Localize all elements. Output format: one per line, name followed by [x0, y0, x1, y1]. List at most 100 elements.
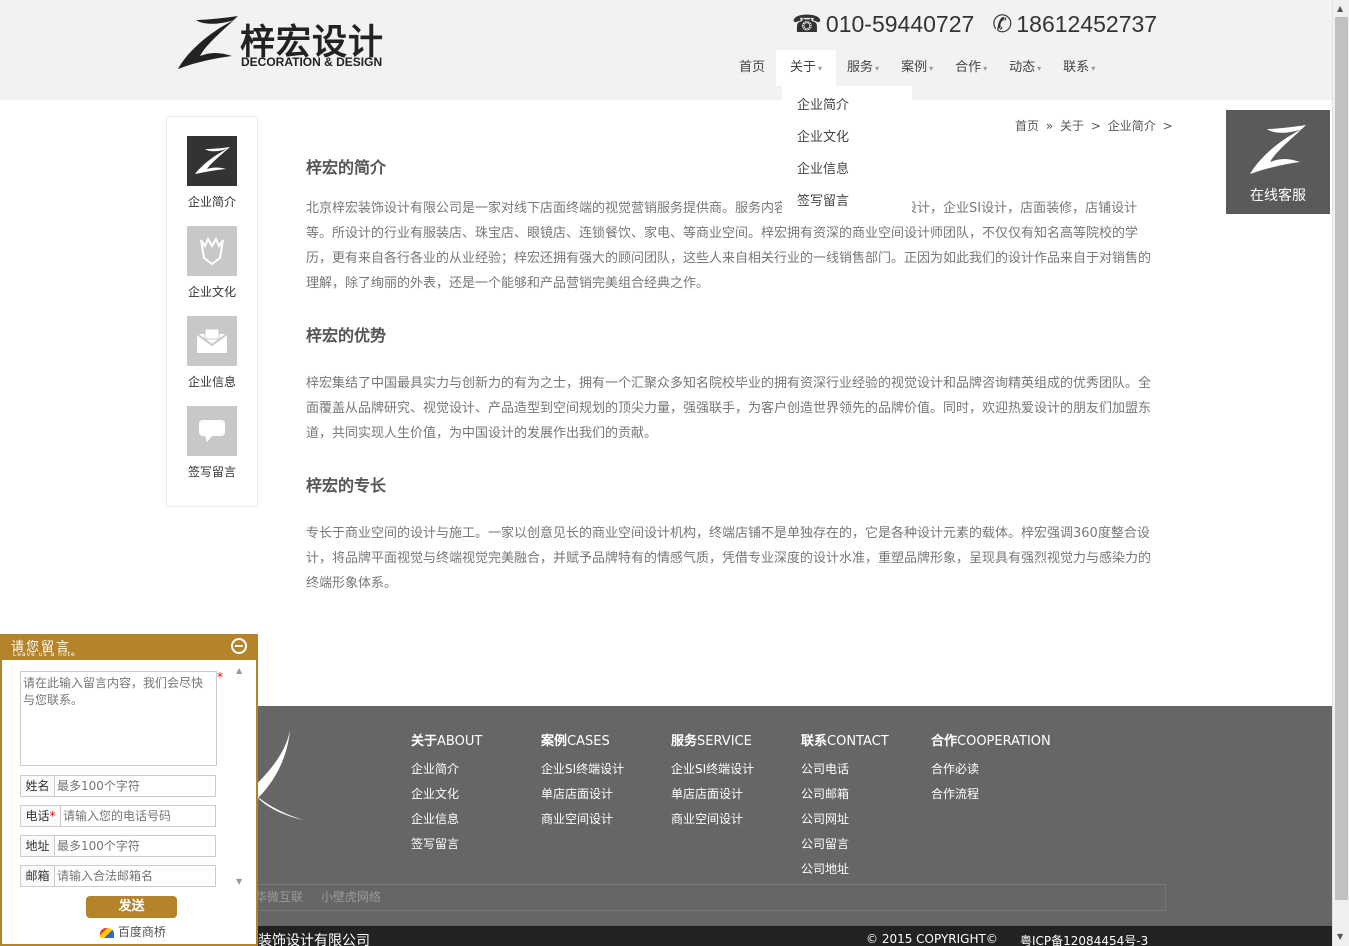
footer-col-heading: 服务SERVICE — [671, 734, 752, 749]
footer-link[interactable]: 企业SI终端设计 — [541, 757, 624, 782]
footer-col-heading: 合作COOPERATION — [931, 734, 1051, 749]
footer-col-cases: 案例CASES 企业SI终端设计 单店店面设计 商业空间设计 — [541, 730, 624, 832]
message-widget-scrollbar[interactable]: ▲ ▼ — [234, 664, 246, 890]
footer-link[interactable]: 公司网址 — [801, 807, 889, 832]
footer-link[interactable]: 公司邮箱 — [801, 782, 889, 807]
send-button[interactable]: 发送 — [86, 896, 177, 918]
copyright-text: © 2015 COPYRIGHT© — [866, 932, 998, 946]
phone-landline: ☎ 010-59440727 — [792, 10, 974, 39]
about-dropdown-menu: 企业简介 企业文化 企业信息 签写留言 — [782, 86, 912, 222]
footer-link[interactable]: 合作流程 — [931, 782, 1051, 807]
caret-down-icon: ▾ — [818, 64, 823, 73]
footer-col-service: 服务SERVICE 企业SI终端设计 单店店面设计 商业空间设计 — [671, 730, 754, 832]
phone-numbers: ☎ 010-59440727 ✆ 18612452737 — [792, 10, 1175, 39]
scrollbar-thumb[interactable] — [1335, 17, 1348, 900]
sidebar-item-culture[interactable]: 企业文化 — [187, 226, 237, 300]
nav-label: 关于 — [790, 60, 817, 75]
logo[interactable]: 梓宏设计 DECORATION & DESIGN — [176, 14, 406, 74]
nav-label: 服务 — [847, 60, 874, 75]
nav-about[interactable]: 关于 ▾ — [776, 50, 837, 86]
footer-col-heading: 关于ABOUT — [411, 734, 483, 749]
email-field-row: 邮箱 — [20, 865, 216, 887]
phone-field-row: 电话* — [20, 805, 216, 827]
scroll-down-icon[interactable]: ▼ — [236, 877, 242, 886]
footer-link[interactable]: 商业空间设计 — [541, 807, 624, 832]
phone-mobile: ✆ 18612452737 — [992, 10, 1157, 39]
caret-down-icon: ▾ — [929, 64, 934, 73]
dropdown-item-culture[interactable]: 企业文化 — [782, 122, 912, 154]
section-title-intro: 梓宏的简介 — [306, 158, 387, 177]
dropdown-item-profile[interactable]: 企业简介 — [782, 90, 912, 122]
footer-col-about: 关于ABOUT 企业简介 企业文化 企业信息 签写留言 — [411, 730, 482, 857]
dropdown-item-info[interactable]: 企业信息 — [782, 154, 912, 186]
handset-icon: ✆ — [992, 11, 1013, 38]
breadcrumb-separator: » — [1045, 119, 1054, 133]
footer-col-cooperation: 合作COOPERATION 合作必读 合作流程 — [931, 730, 1051, 807]
about-sidebar: 企业简介 企业文化 企业信息 签写留言 — [166, 116, 258, 507]
message-widget-subtitle: Leave us a note — [13, 651, 76, 658]
dropdown-item-guestbook[interactable]: 签写留言 — [782, 186, 912, 218]
section-text-expertise: 专长于商业空间的设计与施工。一家以创意见长的商业空间设计机构，终端店铺不是单独存… — [306, 526, 1152, 591]
footer-link[interactable]: 单店店面设计 — [541, 782, 624, 807]
footer-link[interactable]: 企业SI终端设计 — [671, 757, 754, 782]
sidebar-item-label: 企业文化 — [187, 285, 236, 299]
email-input[interactable] — [55, 866, 215, 886]
name-field-row: 姓名 — [20, 775, 216, 797]
sidebar-item-label: 签写留言 — [187, 465, 236, 479]
header: 梓宏设计 DECORATION & DESIGN ☎ 010-59440727 … — [0, 0, 1332, 100]
company-name: 装饰设计有限公司 — [258, 933, 370, 946]
nav-cases[interactable]: 案例 ▾ — [890, 50, 944, 86]
phone-label: 电话* — [21, 806, 61, 826]
breadcrumb-about[interactable]: 关于 — [1060, 119, 1084, 133]
logo-swoosh-icon — [178, 16, 238, 69]
friend-link[interactable]: 小壁虎网络 — [321, 890, 381, 904]
sidebar-item-guestbook[interactable]: 签写留言 — [187, 406, 237, 480]
breadcrumb-home[interactable]: 首页 — [1015, 119, 1039, 133]
footer-link[interactable]: 公司留言 — [801, 832, 889, 857]
friend-link[interactable]: 华微互联 — [255, 890, 303, 904]
footer-link[interactable]: 企业简介 — [411, 757, 482, 782]
nav-contact[interactable]: 联系 ▾ — [1052, 50, 1106, 86]
caret-down-icon: ▾ — [983, 64, 988, 73]
message-content-input[interactable] — [20, 671, 217, 766]
phone-landline-number: 010-59440727 — [825, 11, 975, 37]
message-widget-header[interactable]: 请您留言 Leave us a note — [2, 634, 256, 660]
address-input[interactable] — [55, 836, 215, 856]
nav-cooperation[interactable]: 合作 ▾ — [944, 50, 998, 86]
nav-label: 首页 — [739, 60, 766, 75]
scroll-up-icon[interactable]: ▲ — [236, 666, 242, 675]
footer-link[interactable]: 公司电话 — [801, 757, 889, 782]
footer-link[interactable]: 签写留言 — [411, 832, 482, 857]
envelope-icon — [187, 316, 237, 366]
email-label: 邮箱 — [21, 866, 55, 886]
baidu-bridge-icon — [100, 927, 114, 938]
footer-col-heading: 案例CASES — [541, 734, 610, 749]
minimize-icon[interactable] — [231, 638, 247, 654]
baidu-shangqiao[interactable]: 百度商桥 — [100, 923, 166, 940]
scroll-up-icon[interactable]: ▲ — [1337, 4, 1343, 13]
nav-home[interactable]: 首页 — [728, 50, 776, 86]
footer-link[interactable]: 合作必读 — [931, 757, 1051, 782]
nav-news[interactable]: 动态 ▾ — [998, 50, 1052, 86]
scroll-down-icon[interactable]: ▼ — [1337, 932, 1343, 941]
icp-number[interactable]: 粤ICP备12084454号-3 — [1020, 932, 1148, 946]
footer-link[interactable]: 公司地址 — [801, 857, 889, 882]
footer-link[interactable]: 商业空间设计 — [671, 807, 754, 832]
footer-link[interactable]: 企业信息 — [411, 807, 482, 832]
nav-label: 合作 — [955, 60, 982, 75]
online-service-button[interactable]: 在线客服 — [1226, 110, 1330, 214]
sidebar-item-info[interactable]: 企业信息 — [187, 316, 237, 390]
page-scrollbar[interactable]: ▲ ▼ — [1332, 0, 1349, 946]
section-text-advantage: 梓宏集结了中国最具实力与创新力的有为之士，拥有一个汇聚众多知名院校毕业的拥有资深… — [306, 376, 1152, 441]
section-text-intro: 北京梓宏装饰设计有限公司是一家对线下店面终端的视觉营销服务提供商。服务内容包括：… — [306, 201, 1152, 291]
footer-link[interactable]: 企业文化 — [411, 782, 482, 807]
phone-input[interactable] — [61, 806, 215, 826]
breadcrumb-separator: > — [1162, 119, 1173, 133]
nav-service[interactable]: 服务 ▾ — [836, 50, 890, 86]
name-input[interactable] — [55, 776, 215, 796]
breadcrumb-current[interactable]: 企业简介 — [1108, 119, 1156, 133]
footer-link[interactable]: 单店店面设计 — [671, 782, 754, 807]
profile-icon — [187, 136, 237, 186]
sidebar-item-profile[interactable]: 企业简介 — [187, 136, 237, 210]
footer-col-heading: 联系CONTACT — [801, 734, 889, 749]
